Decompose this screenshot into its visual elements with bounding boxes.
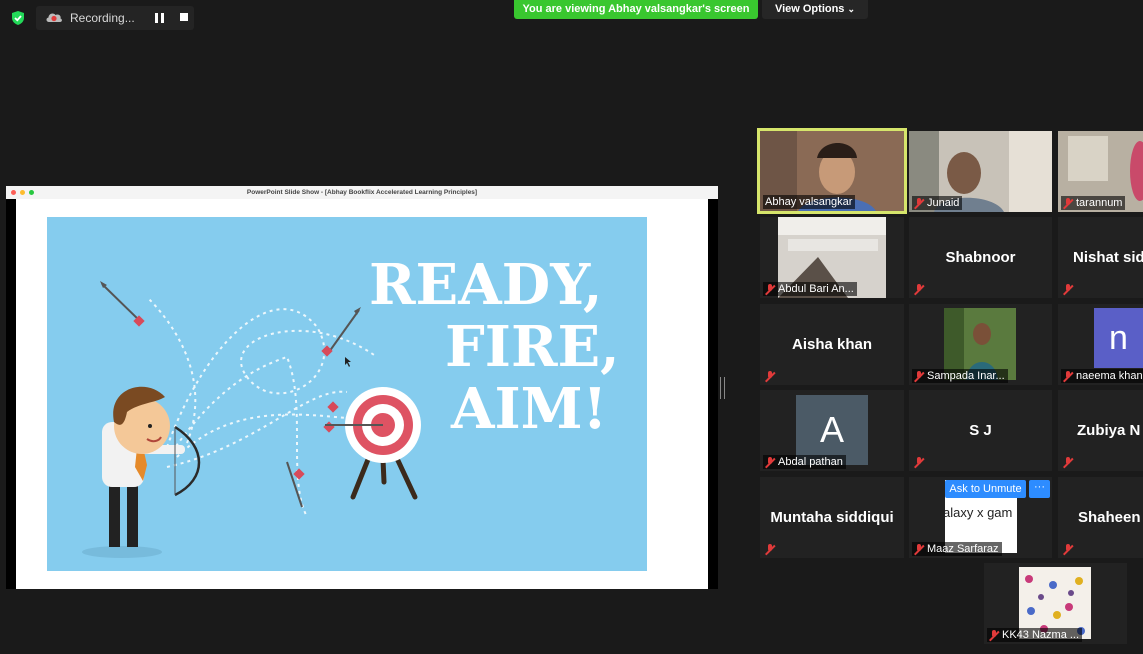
participant-tile-shabnoor[interactable]: Shabnoor — [909, 217, 1052, 298]
mic-muted-icon — [1063, 457, 1073, 468]
mic-muted-icon — [1063, 370, 1073, 382]
view-options-button[interactable]: View Options ⌄ — [762, 0, 868, 19]
ask-to-unmute-button[interactable]: Ask to Unmute — [945, 480, 1026, 498]
maximize-window-icon — [29, 190, 34, 195]
mic-muted-icon — [1063, 197, 1073, 209]
view-options-label: View Options — [774, 3, 845, 15]
shared-screen: PowerPoint Slide Show - [Abhay Bookflix … — [6, 186, 718, 589]
window-title: PowerPoint Slide Show - [Abhay Bookflix … — [246, 189, 478, 196]
participant-status — [763, 543, 778, 556]
participant-name-label: Abdal pathan — [763, 455, 846, 469]
participant-name-label: Junaid — [912, 196, 963, 210]
window-titlebar: PowerPoint Slide Show - [Abhay Bookflix … — [6, 186, 718, 199]
minimize-window-icon — [20, 190, 25, 195]
slide-headline-fire: FIRE, — [445, 314, 620, 380]
participant-tile-naeema[interactable]: n naeema khan — [1058, 304, 1143, 385]
close-window-icon — [11, 190, 16, 195]
participant-tile-tarannum[interactable]: tarannum — [1058, 131, 1143, 212]
participant-name-label: Abdul Bari An... — [763, 282, 857, 296]
participant-status — [1061, 543, 1076, 556]
chevron-down-icon: ⌄ — [847, 4, 856, 14]
participant-name: S J — [969, 422, 992, 439]
participant-name-label: Sampada Inar... — [912, 369, 1008, 383]
mouse-cursor-icon — [345, 357, 351, 367]
participant-name: Shabnoor — [945, 249, 1016, 266]
cloud-recording-icon — [46, 13, 62, 22]
participant-status — [763, 370, 778, 383]
participant-name: Zubiya N — [1077, 422, 1141, 439]
mic-muted-icon — [765, 544, 775, 555]
participant-tile-abdul[interactable]: Abdul Bari An... — [760, 217, 904, 298]
slide-headline-aim: AIM! — [451, 376, 608, 442]
participant-tile-sampada[interactable]: Sampada Inar... — [909, 304, 1052, 385]
stop-recording-icon[interactable] — [180, 13, 188, 21]
participant-name-label: KK43 Nazma ... — [987, 628, 1083, 642]
participant-tile-abdal[interactable]: A Abdal pathan — [760, 390, 904, 471]
participant-name-label: Abhay valsangkar — [763, 195, 856, 209]
participant-name-label: Maaz Sarfaraz — [912, 542, 1002, 556]
participant-tile-shaheen[interactable]: Shaheen — [1058, 477, 1143, 558]
participant-tile-junaid[interactable]: Junaid — [909, 131, 1052, 212]
mic-muted-icon — [914, 197, 924, 209]
recording-indicator: Recording... — [36, 6, 194, 30]
viewing-screen-banner: You are viewing Abhay valsangkar's scree… — [514, 0, 758, 19]
more-options-button[interactable]: ··· — [1029, 480, 1050, 498]
participant-tile-muntaha[interactable]: Muntaha siddiqui — [760, 477, 904, 558]
participant-status — [912, 283, 927, 296]
slide-headline-ready: READY, — [369, 252, 603, 318]
participant-status — [1061, 456, 1076, 469]
participant-tile-abhay[interactable]: Abhay valsangkar — [757, 128, 907, 214]
participant-status — [912, 456, 927, 469]
screen-text: alaxy x gam — [945, 505, 1013, 520]
participant-tile-nishat[interactable]: Nishat sid — [1058, 217, 1143, 298]
participant-name: Shaheen — [1078, 509, 1141, 526]
panel-resize-handle[interactable] — [720, 377, 725, 399]
mic-muted-icon — [914, 284, 924, 295]
pause-recording-icon[interactable] — [154, 13, 165, 23]
mic-muted-icon — [765, 283, 775, 295]
mic-muted-icon — [1063, 284, 1073, 295]
participant-tile-sj[interactable]: S J — [909, 390, 1052, 471]
participant-name: Muntaha siddiqui — [770, 509, 894, 526]
security-shield-icon[interactable] — [10, 10, 26, 26]
participant-tile-kk43[interactable]: KK43 Nazma ... — [984, 563, 1127, 644]
mic-muted-icon — [914, 543, 924, 555]
participant-status — [1061, 283, 1076, 296]
mic-muted-icon — [914, 457, 924, 468]
participant-name-label: naeema khan — [1061, 369, 1143, 383]
recording-label: Recording... — [70, 11, 135, 25]
mic-muted-icon — [1063, 544, 1073, 555]
participant-name-label: tarannum — [1061, 196, 1126, 210]
participant-name: Nishat sid — [1073, 249, 1143, 266]
avatar: n — [1094, 308, 1143, 368]
participant-name: Aisha khan — [791, 336, 873, 353]
slide: READY, FIRE, AIM! — [47, 217, 647, 571]
mic-muted-icon — [765, 371, 775, 382]
mic-muted-icon — [765, 456, 775, 468]
participant-tile-zubiya[interactable]: Zubiya N — [1058, 390, 1143, 471]
mic-muted-icon — [989, 629, 999, 641]
mic-muted-icon — [914, 370, 924, 382]
participant-tile-aisha[interactable]: Aisha khan — [760, 304, 904, 385]
